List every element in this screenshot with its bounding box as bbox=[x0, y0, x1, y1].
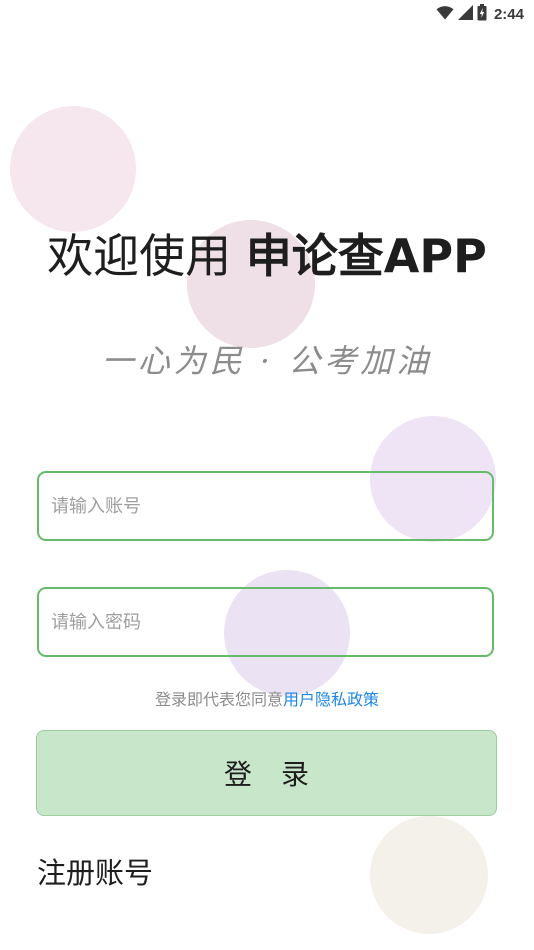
agreement-text: 登录即代表您同意用户隐私政策 bbox=[0, 686, 534, 710]
password-field[interactable] bbox=[37, 587, 494, 657]
cellular-signal-icon bbox=[457, 4, 473, 24]
decorative-circle-beige bbox=[370, 816, 488, 934]
page-title: 欢迎使用 申论查APP bbox=[0, 220, 534, 286]
account-field[interactable] bbox=[37, 471, 494, 541]
account-input[interactable] bbox=[39, 473, 492, 539]
decorative-circle-pink bbox=[10, 106, 136, 232]
wifi-icon bbox=[436, 5, 454, 24]
battery-icon bbox=[477, 3, 487, 25]
status-bar: 2:44 bbox=[0, 0, 534, 28]
status-time: 2:44 bbox=[493, 5, 524, 23]
title-app-name: 申论查APP bbox=[245, 229, 487, 283]
agreement-prefix: 登录即代表您同意 bbox=[154, 690, 283, 709]
login-button[interactable]: 登 录 bbox=[36, 730, 497, 816]
password-input[interactable] bbox=[39, 589, 492, 655]
privacy-policy-link[interactable]: 用户隐私政策 bbox=[283, 690, 379, 709]
title-regular: 欢迎使用 bbox=[47, 229, 246, 283]
register-link[interactable]: 注册账号 bbox=[37, 850, 153, 892]
status-icons: 2:44 bbox=[436, 3, 524, 25]
slogan: 一心为民 · 公考加油 bbox=[101, 342, 433, 380]
